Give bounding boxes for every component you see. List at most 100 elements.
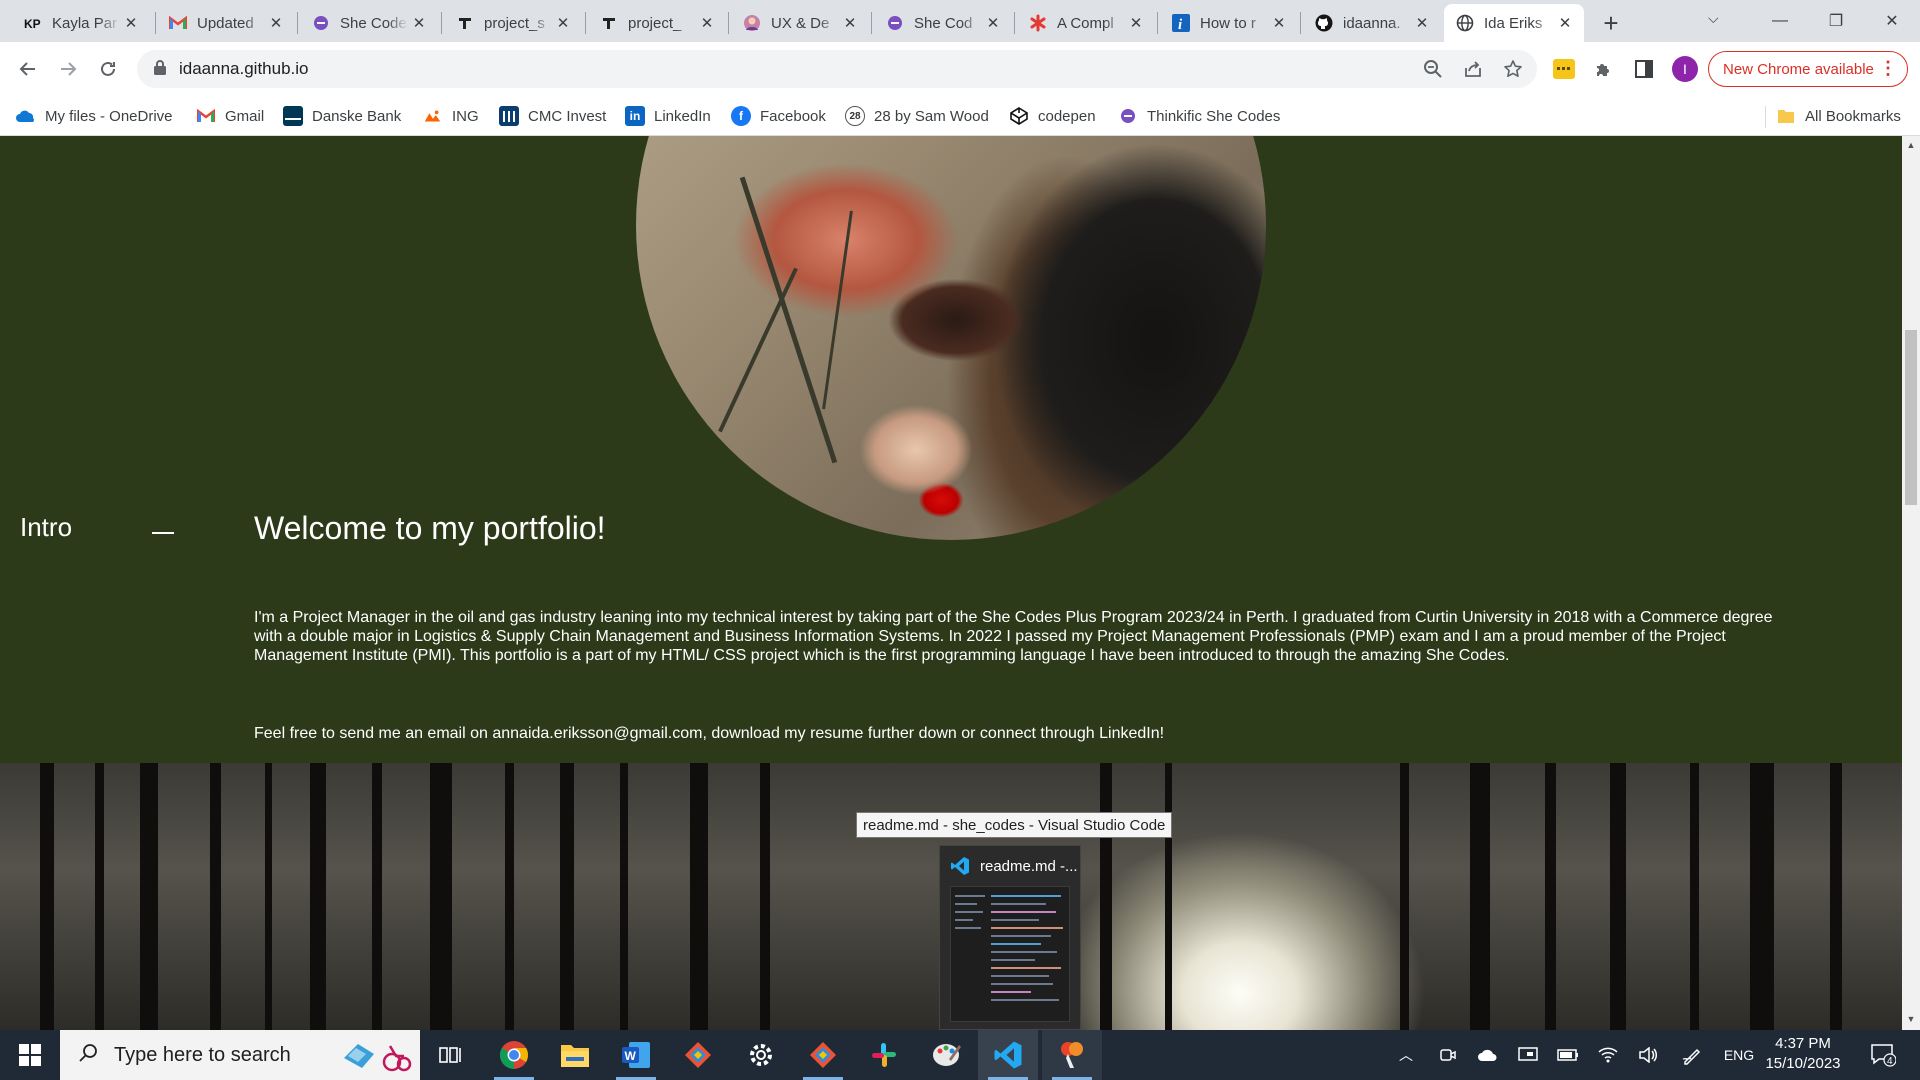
- taskbar-snip[interactable]: [1042, 1030, 1102, 1080]
- taskbar-vscode[interactable]: [978, 1030, 1038, 1080]
- taskbar-search-box[interactable]: Type here to search: [60, 1030, 420, 1080]
- tab-shecodes-1[interactable]: She Code ✕: [300, 4, 438, 42]
- restore-button[interactable]: ❐: [1808, 0, 1864, 42]
- bookmark-ing[interactable]: ING: [423, 104, 479, 128]
- asterisk-icon: [1029, 14, 1047, 32]
- task-view-button[interactable]: [420, 1030, 480, 1080]
- taskbar-word[interactable]: W: [606, 1030, 666, 1080]
- taskbar-chrome[interactable]: [484, 1030, 544, 1080]
- tab-ux-design[interactable]: UX & De ✕: [731, 4, 869, 42]
- thinkific-icon: [1118, 106, 1138, 126]
- close-icon[interactable]: ✕: [1554, 12, 1576, 34]
- globe-icon: [1456, 14, 1474, 32]
- wifi-icon[interactable]: [1596, 1030, 1620, 1080]
- address-bar[interactable]: idaanna.github.io: [137, 50, 1537, 88]
- close-icon[interactable]: ✕: [982, 12, 1004, 34]
- profile-avatar[interactable]: I: [1672, 56, 1698, 82]
- taskbar-paint[interactable]: [917, 1030, 977, 1080]
- meet-now-icon[interactable]: [1436, 1030, 1460, 1080]
- bookmark-28-by-sam-wood[interactable]: 28 28 by Sam Wood: [845, 104, 989, 128]
- vscode-window-preview[interactable]: readme.md -...: [939, 845, 1081, 1030]
- svg-text:W: W: [625, 1049, 637, 1063]
- bookmark-star-icon[interactable]: [1502, 58, 1524, 80]
- onedrive-cloud-icon[interactable]: [1476, 1030, 1500, 1080]
- bookmark-label: LinkedIn: [654, 107, 711, 125]
- battery-icon[interactable]: [1556, 1030, 1580, 1080]
- show-hidden-icons-chevron-icon[interactable]: ︿: [1394, 1030, 1418, 1080]
- lock-icon[interactable]: [153, 59, 167, 80]
- close-icon[interactable]: ✕: [1411, 12, 1433, 34]
- all-bookmarks-folder[interactable]: All Bookmarks: [1776, 104, 1901, 128]
- tab-complete[interactable]: A Compl ✕: [1017, 4, 1155, 42]
- tool-icon: [600, 14, 618, 32]
- bookmark-label: 28 by Sam Wood: [874, 107, 989, 125]
- minimize-button[interactable]: —: [1752, 0, 1808, 42]
- scroll-up-arrow-icon[interactable]: ▲: [1905, 140, 1917, 154]
- forward-button[interactable]: [52, 53, 84, 85]
- bookmark-gmail[interactable]: Gmail: [196, 104, 264, 128]
- extension-yellow-icon[interactable]: [1550, 55, 1578, 83]
- tab-ida-eriksson[interactable]: Ida Eriks ✕: [1444, 4, 1584, 42]
- close-icon[interactable]: ✕: [120, 12, 142, 34]
- system-clock[interactable]: 4:37 PM 15/10/2023: [1758, 1034, 1848, 1074]
- bookmark-facebook[interactable]: f Facebook: [731, 104, 826, 128]
- bookmark-label: ING: [452, 107, 479, 125]
- bookmark-label: CMC Invest: [528, 107, 607, 125]
- display-project-icon[interactable]: [1516, 1030, 1540, 1080]
- pen-workspace-icon[interactable]: [1680, 1030, 1704, 1080]
- side-panel-icon[interactable]: [1630, 55, 1658, 83]
- bookmark-onedrive[interactable]: My files - OneDrive: [16, 104, 173, 128]
- reload-button[interactable]: [92, 53, 124, 85]
- zoom-icon[interactable]: [1422, 58, 1444, 80]
- bookmark-linkedin[interactable]: in LinkedIn: [625, 104, 711, 128]
- bookmark-cmc-invest[interactable]: CMC Invest: [499, 104, 606, 128]
- close-icon[interactable]: ✕: [839, 12, 861, 34]
- slack-icon: [872, 1043, 896, 1067]
- taskbar-slack[interactable]: [854, 1030, 914, 1080]
- chrome-icon: [500, 1041, 528, 1069]
- bookmark-codepen[interactable]: codepen: [1009, 104, 1096, 128]
- page-scrollbar[interactable]: ▲ ▼: [1902, 136, 1920, 1030]
- vscode-icon: [950, 856, 970, 881]
- close-icon[interactable]: ✕: [1268, 12, 1290, 34]
- gmail-icon: [196, 106, 216, 126]
- taskbar-settings[interactable]: [731, 1030, 791, 1080]
- back-button[interactable]: [12, 53, 44, 85]
- language-indicator[interactable]: ENG: [1722, 1030, 1756, 1080]
- tab-search-chevron-icon[interactable]: ⌵: [1708, 10, 1728, 30]
- volume-icon[interactable]: [1636, 1030, 1660, 1080]
- close-icon[interactable]: ✕: [408, 12, 430, 34]
- taskbar-git[interactable]: [668, 1030, 728, 1080]
- bookmark-label: Facebook: [760, 107, 826, 125]
- bookmark-danske-bank[interactable]: Danske Bank: [283, 104, 401, 128]
- close-icon[interactable]: ✕: [552, 12, 574, 34]
- tab-github[interactable]: idaanna. ✕: [1303, 4, 1441, 42]
- url-text: idaanna.github.io: [179, 59, 309, 78]
- notifications-button[interactable]: 4: [1866, 1030, 1900, 1080]
- tab-kayla[interactable]: KP Kayla Par ✕: [12, 4, 150, 42]
- tab-gmail-updated[interactable]: Updated ✕: [157, 4, 295, 42]
- extensions-puzzle-icon[interactable]: [1590, 55, 1618, 83]
- close-window-button[interactable]: ✕: [1864, 0, 1920, 42]
- close-icon[interactable]: ✕: [265, 12, 287, 34]
- tab-separator: [1014, 12, 1015, 34]
- close-icon[interactable]: ✕: [1125, 12, 1147, 34]
- tab-shecodes-2[interactable]: She Cod ✕: [874, 4, 1012, 42]
- gear-icon: [750, 1044, 772, 1066]
- scroll-down-arrow-icon[interactable]: ▼: [1905, 1014, 1917, 1028]
- start-button[interactable]: [0, 1030, 60, 1080]
- 28-icon: 28: [845, 106, 865, 126]
- folder-icon: [1776, 106, 1796, 126]
- close-icon[interactable]: ✕: [696, 12, 718, 34]
- new-chrome-available-button[interactable]: New Chrome available ⋮: [1708, 51, 1908, 87]
- tab-how-to[interactable]: i How to r ✕: [1160, 4, 1298, 42]
- bookmark-thinkific-she-codes[interactable]: Thinkific She Codes: [1118, 104, 1280, 128]
- kebab-menu-icon[interactable]: ⋮: [1879, 59, 1897, 77]
- tab-project-2[interactable]: project_ ✕: [588, 4, 726, 42]
- taskbar-file-explorer[interactable]: [545, 1030, 605, 1080]
- share-icon[interactable]: [1462, 58, 1484, 80]
- scroll-thumb[interactable]: [1905, 330, 1917, 505]
- taskbar-git-2[interactable]: [793, 1030, 853, 1080]
- tab-project-1[interactable]: project_s ✕: [444, 4, 582, 42]
- new-tab-button[interactable]: +: [1596, 8, 1626, 38]
